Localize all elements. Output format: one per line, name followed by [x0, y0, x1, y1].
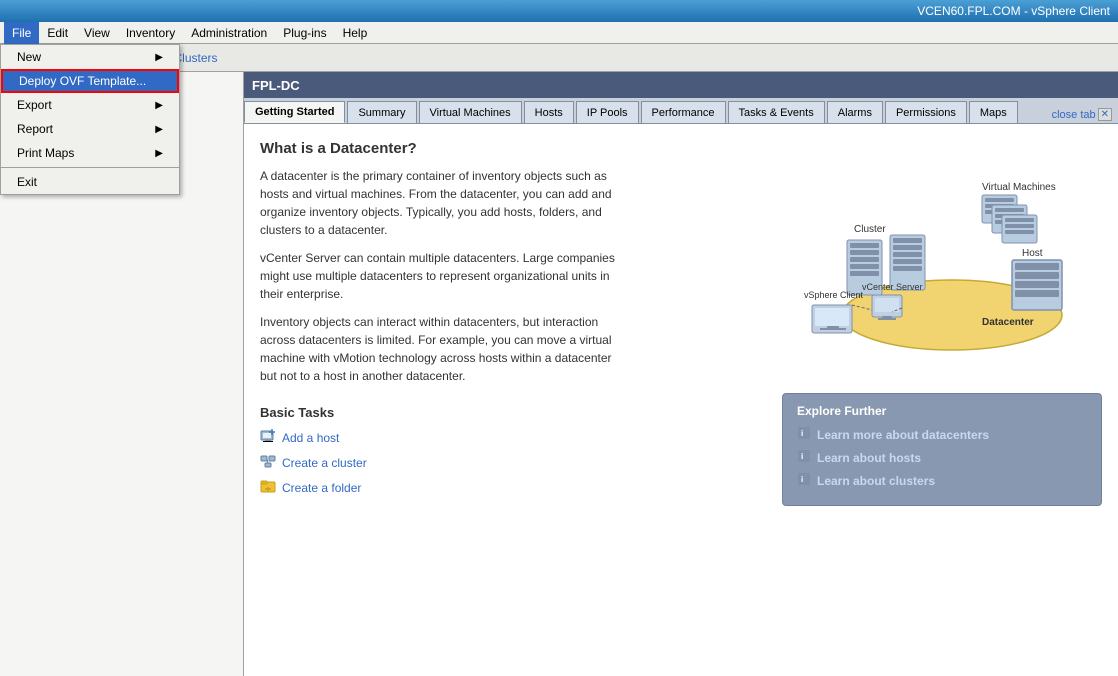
paragraph-3: Inventory objects can interact within da…	[260, 313, 620, 385]
explore-title: Explore Further	[797, 404, 1087, 418]
menu-deploy-ovf[interactable]: Deploy OVF Template...	[1, 69, 179, 93]
explore-clusters-label: Learn about clusters	[817, 474, 935, 488]
menu-inventory[interactable]: Inventory	[118, 22, 183, 44]
menu-view[interactable]: View	[76, 22, 118, 44]
getting-started-body: What is a Datacenter? A datacenter is th…	[260, 140, 1102, 506]
tab-virtual-machines[interactable]: Virtual Machines	[419, 101, 522, 123]
svg-text:i: i	[801, 475, 803, 484]
submenu-arrow-export: ▶	[155, 100, 163, 111]
tab-ip-pools[interactable]: IP Pools	[576, 101, 639, 123]
submenu-arrow-report: ▶	[155, 124, 163, 135]
menu-separator	[1, 167, 179, 168]
datacenter-diagram: Cluster Virtual Machines Host Datacenter…	[782, 140, 1082, 360]
create-cluster-icon	[260, 453, 276, 472]
explore-datacenters-label: Learn more about datacenters	[817, 428, 989, 442]
content-area: FPL-DC Getting Started Summary Virtual M…	[244, 72, 1118, 676]
explore-datacenters[interactable]: i Learn more about datacenters	[797, 426, 1087, 443]
left-content: What is a Datacenter? A datacenter is th…	[260, 140, 762, 506]
menu-help[interactable]: Help	[335, 22, 376, 44]
right-content: Cluster Virtual Machines Host Datacenter…	[782, 140, 1102, 506]
menu-administration[interactable]: Administration	[183, 22, 275, 44]
menu-new[interactable]: New ▶	[1, 45, 179, 69]
tab-summary[interactable]: Summary	[347, 101, 416, 123]
tabs-bar: Getting Started Summary Virtual Machines…	[244, 98, 1118, 124]
svg-text:i: i	[801, 452, 803, 461]
create-folder-label: Create a folder	[282, 481, 361, 495]
basic-tasks-title: Basic Tasks	[260, 405, 762, 420]
explore-hosts-label: Learn about hosts	[817, 451, 921, 465]
tab-getting-started[interactable]: Getting Started	[244, 101, 345, 123]
svg-text:vCenter Server: vCenter Server	[862, 282, 923, 292]
menu-plugins[interactable]: Plug-ins	[275, 22, 334, 44]
menu-edit[interactable]: Edit	[39, 22, 76, 44]
close-tab-icon[interactable]: ✕	[1098, 108, 1112, 121]
create-cluster-label: Create a cluster	[282, 456, 367, 470]
submenu-arrow-print-maps: ▶	[155, 148, 163, 159]
add-host-icon	[260, 428, 276, 447]
paragraph-2: vCenter Server can contain multiple data…	[260, 249, 620, 303]
close-tab-area[interactable]: close tab ✕	[1046, 106, 1118, 123]
explore-clusters[interactable]: i Learn about clusters	[797, 472, 1087, 489]
tab-hosts[interactable]: Hosts	[524, 101, 574, 123]
explore-datacenters-icon: i	[797, 426, 811, 443]
submenu-arrow-new: ▶	[155, 52, 163, 63]
title-bar: VCEN60.FPL.COM - vSphere Client	[0, 0, 1118, 22]
menu-exit[interactable]: Exit	[1, 170, 179, 194]
explore-box: Explore Further i Learn more about datac…	[782, 393, 1102, 506]
tab-maps[interactable]: Maps	[969, 101, 1018, 123]
create-folder-icon	[260, 478, 276, 497]
task-create-folder[interactable]: Create a folder	[260, 478, 762, 497]
task-add-host[interactable]: Add a host	[260, 428, 762, 447]
svg-text:Datacenter: Datacenter	[982, 317, 1034, 328]
tab-alarms[interactable]: Alarms	[827, 101, 883, 123]
menu-export[interactable]: Export ▶	[1, 93, 179, 117]
tab-performance[interactable]: Performance	[641, 101, 726, 123]
svg-text:Host: Host	[1022, 248, 1043, 259]
object-name: FPL-DC	[252, 78, 300, 93]
svg-text:vSphere Client: vSphere Client	[804, 290, 864, 300]
section-title: What is a Datacenter?	[260, 140, 762, 157]
tab-permissions[interactable]: Permissions	[885, 101, 967, 123]
svg-text:Cluster: Cluster	[854, 224, 886, 235]
object-header: FPL-DC	[244, 72, 1118, 98]
paragraph-1: A datacenter is the primary container of…	[260, 167, 620, 239]
explore-hosts[interactable]: i Learn about hosts	[797, 449, 1087, 466]
explore-clusters-icon: i	[797, 472, 811, 489]
title-text: VCEN60.FPL.COM - vSphere Client	[917, 4, 1110, 18]
explore-hosts-icon: i	[797, 449, 811, 466]
content-body: What is a Datacenter? A datacenter is th…	[244, 124, 1118, 676]
file-dropdown: New ▶ Deploy OVF Template... Export ▶ Re…	[0, 44, 180, 195]
tab-tasks-events[interactable]: Tasks & Events	[728, 101, 825, 123]
menu-bar: File Edit View Inventory Administration …	[0, 22, 1118, 44]
menu-print-maps[interactable]: Print Maps ▶	[1, 141, 179, 165]
svg-text:i: i	[801, 429, 803, 438]
svg-text:Virtual Machines: Virtual Machines	[982, 182, 1056, 193]
add-host-label: Add a host	[282, 431, 339, 445]
menu-file[interactable]: File	[4, 22, 39, 44]
menu-report[interactable]: Report ▶	[1, 117, 179, 141]
task-create-cluster[interactable]: Create a cluster	[260, 453, 762, 472]
close-tab-label: close tab	[1052, 109, 1096, 121]
